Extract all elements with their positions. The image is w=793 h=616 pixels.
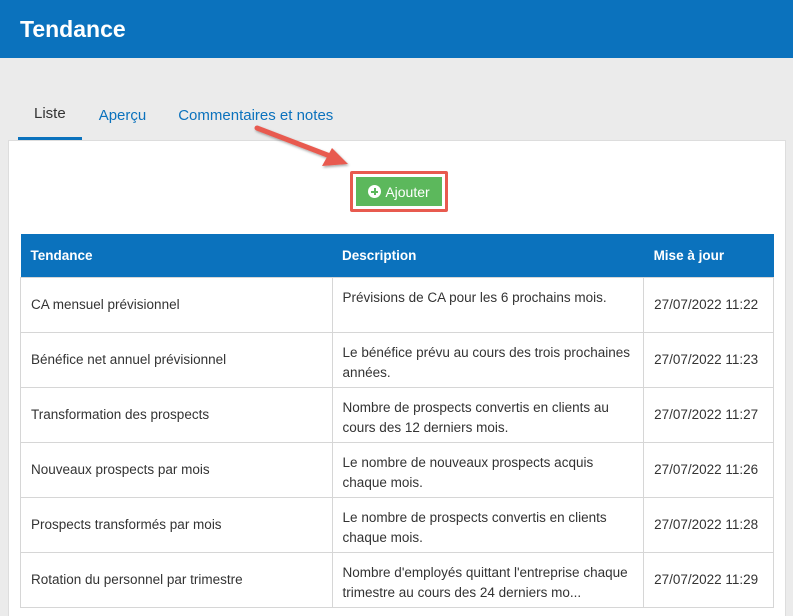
trend-name[interactable]: Nouveaux prospects par mois [20, 441, 333, 498]
trend-description: Prévisions de CA pour les 6 prochains mo… [331, 276, 645, 333]
column-header-tendance[interactable]: Tendance [20, 234, 333, 277]
trend-updated: 27/07/2022 11:29 [643, 551, 774, 608]
trend-name[interactable]: Transformation des prospects [20, 386, 333, 443]
add-button[interactable]: Ajouter [356, 177, 442, 206]
table-row[interactable]: CA mensuel prévisionnel Prévisions de CA… [20, 276, 774, 333]
table-header-row: Tendance Description Mise à jour [20, 234, 774, 277]
table-row[interactable]: Rotation du personnel par trimestre Nomb… [20, 551, 774, 608]
trend-description: Nombre de prospects convertis en clients… [331, 386, 645, 443]
trend-name[interactable]: Prospects transformés par mois [20, 496, 333, 553]
trend-description: Le nombre de prospects convertis en clie… [331, 496, 645, 553]
trend-description: Le bénéfice prévu au cours des trois pro… [331, 331, 645, 388]
add-button-highlight: Ajouter [350, 171, 448, 212]
trend-updated: 27/07/2022 11:28 [643, 496, 774, 553]
column-header-mise-a-jour[interactable]: Mise à jour [643, 234, 774, 277]
tab-apercu[interactable]: Aperçu [83, 96, 163, 140]
trend-updated: 27/07/2022 11:27 [643, 386, 774, 443]
trend-name[interactable]: CA mensuel prévisionnel [20, 276, 333, 333]
trend-updated: 27/07/2022 11:22 [643, 276, 774, 333]
column-header-description[interactable]: Description [332, 234, 644, 277]
list-panel: Ajouter Tendance Description Mise à jour… [8, 140, 786, 616]
app-header: Tendance [0, 0, 793, 58]
table-row[interactable]: Bénéfice net annuel prévisionnel Le béné… [20, 331, 774, 388]
table-row[interactable]: Transformation des prospects Nombre de p… [20, 386, 774, 443]
page-title: Tendance [20, 15, 126, 42]
add-button-label: Ajouter [385, 183, 430, 200]
trend-updated: 27/07/2022 11:26 [643, 441, 774, 498]
table-row[interactable]: Prospects transformés par mois Le nombre… [20, 496, 774, 553]
tab-commentaires[interactable]: Commentaires et notes [162, 96, 349, 140]
tab-liste[interactable]: Liste [18, 96, 82, 140]
plus-circle-icon [368, 185, 382, 198]
trends-table: Tendance Description Mise à jour CA mens… [20, 234, 774, 608]
trend-description: Le nombre de nouveaux prospects acquis c… [331, 441, 645, 498]
trend-name[interactable]: Rotation du personnel par trimestre [20, 551, 333, 608]
trend-name[interactable]: Bénéfice net annuel prévisionnel [20, 331, 333, 388]
tab-bar: Liste Aperçu Commentaires et notes [18, 96, 349, 140]
trend-updated: 27/07/2022 11:23 [643, 331, 774, 388]
trend-description: Nombre d'employés quittant l'entreprise … [331, 551, 645, 608]
table-row[interactable]: Nouveaux prospects par mois Le nombre de… [20, 441, 774, 498]
